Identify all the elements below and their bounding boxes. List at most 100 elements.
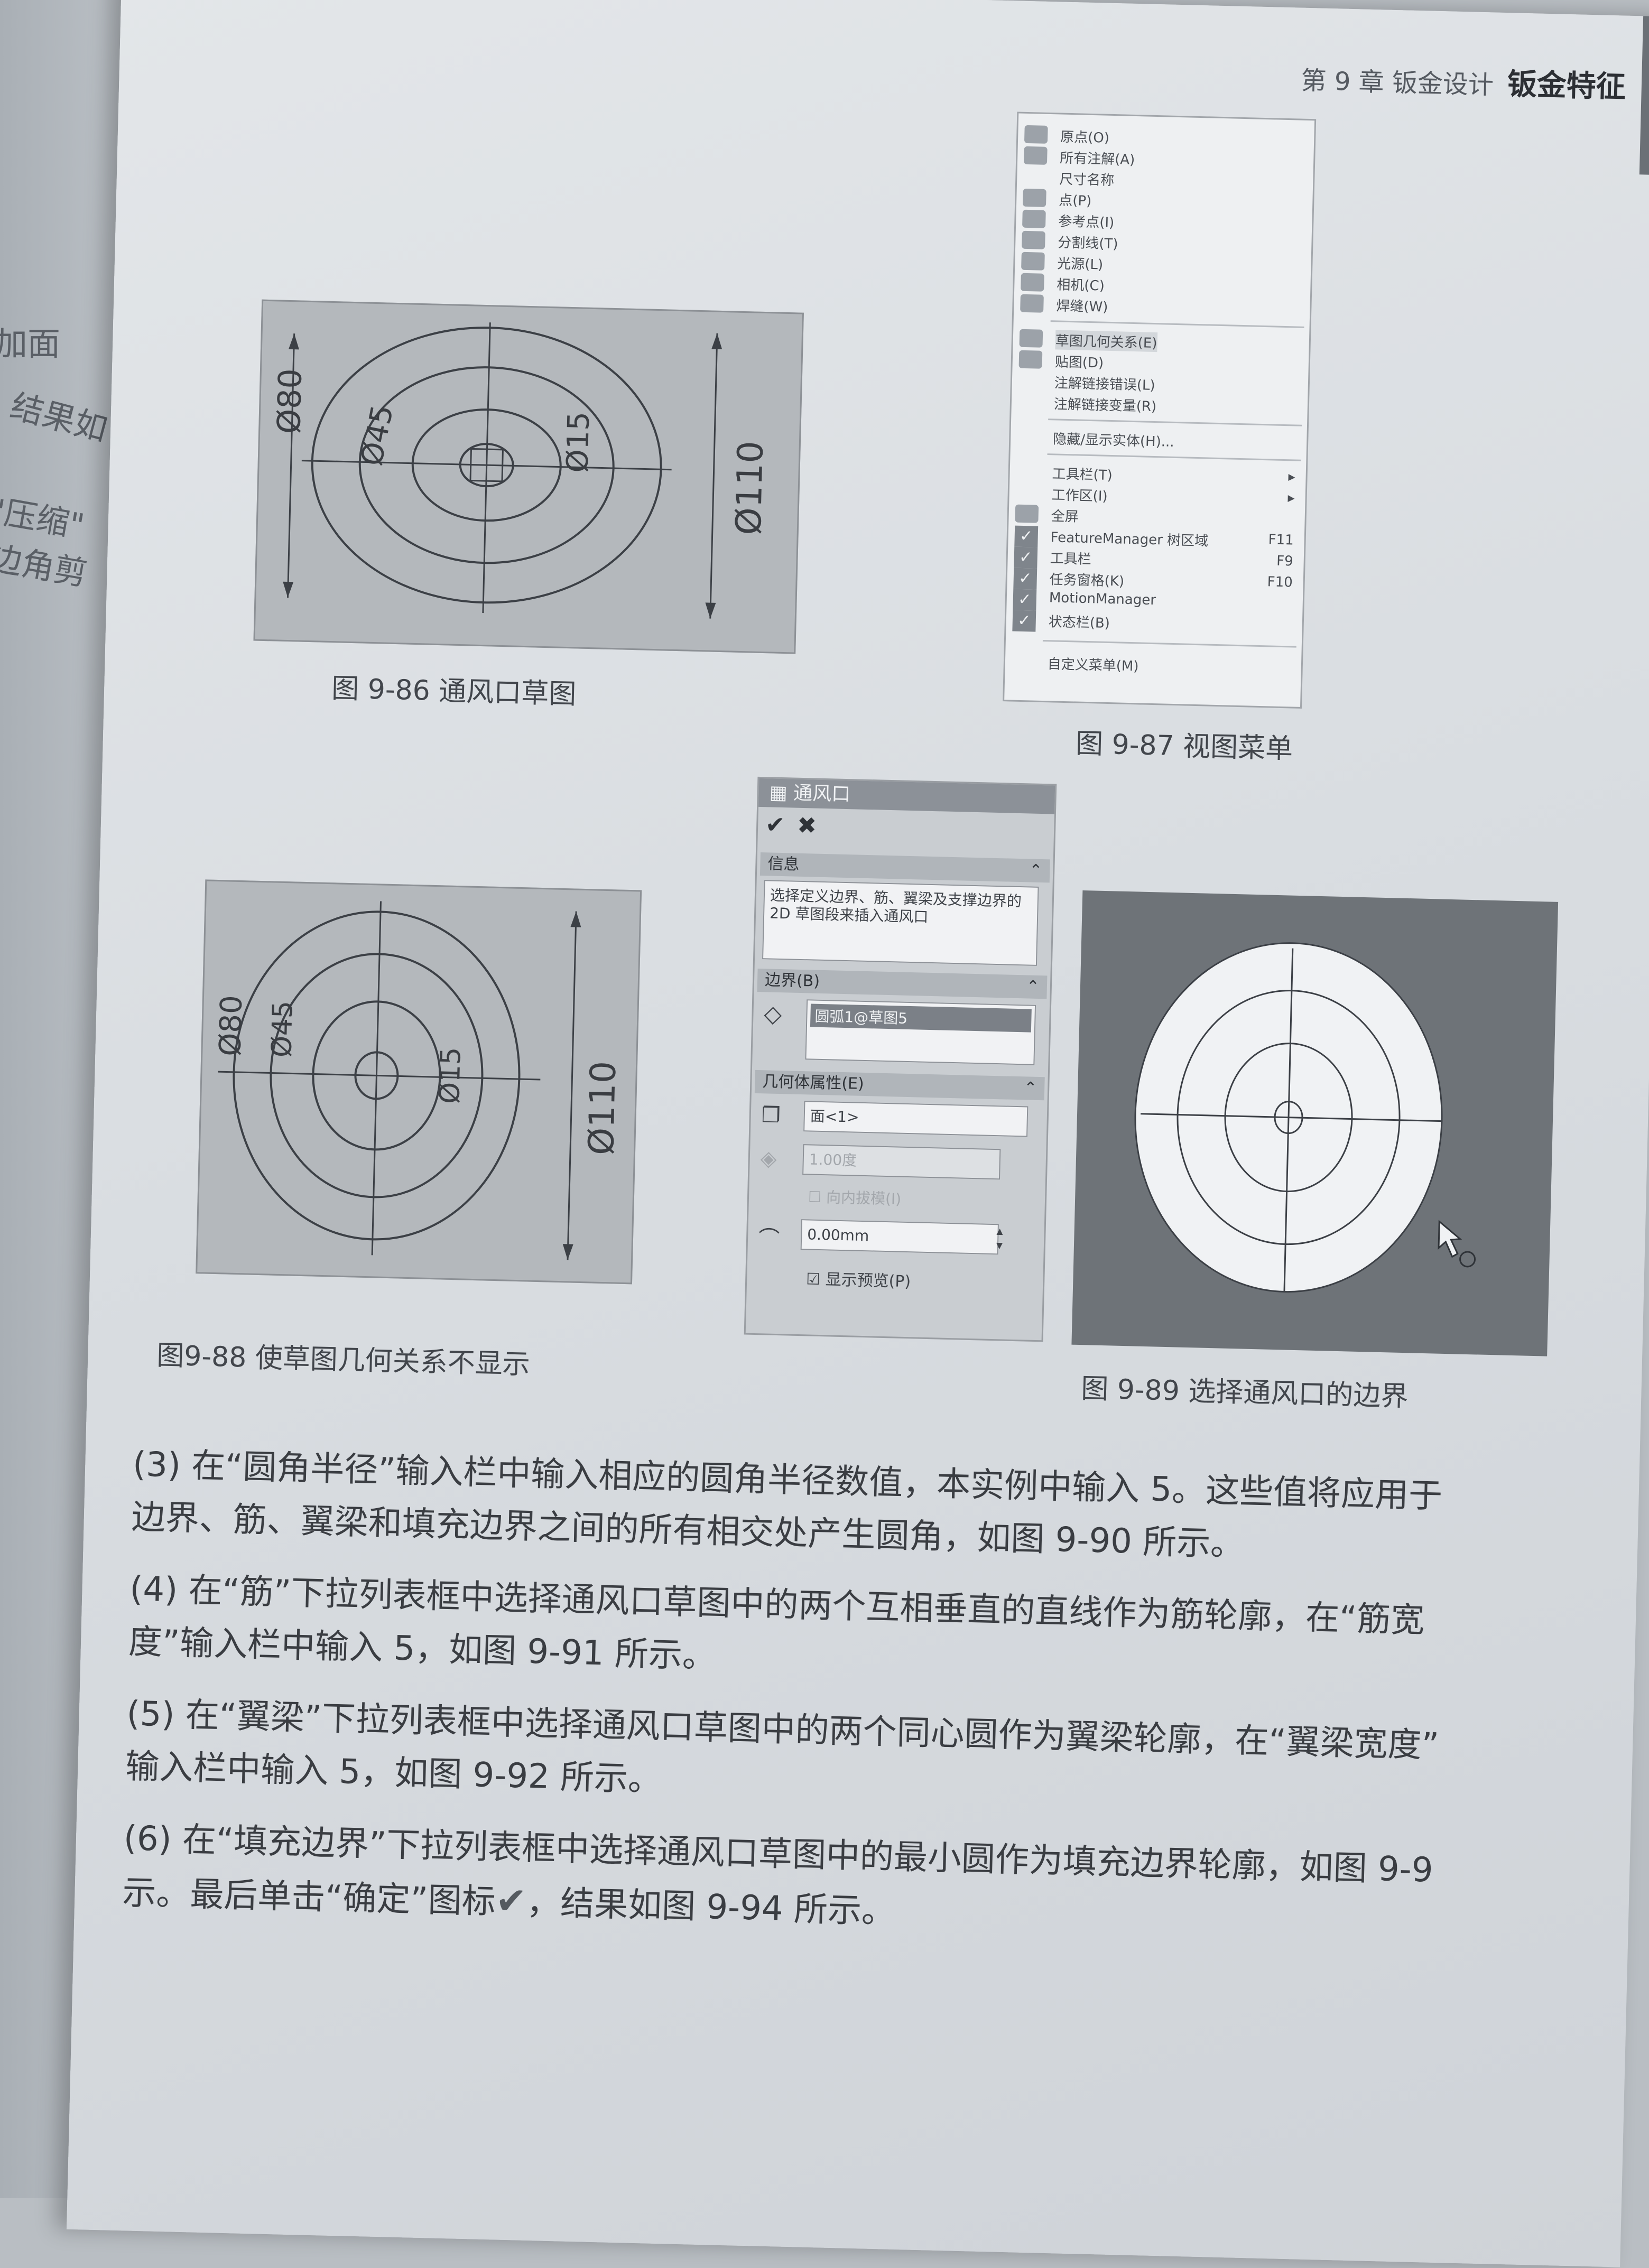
menu-separator	[1048, 419, 1302, 426]
shortcut-label: F10	[1267, 574, 1293, 591]
dimension-d80: Ø80	[213, 994, 249, 1057]
menu-item[interactable]: 贴图(D)	[1054, 351, 1104, 371]
menu-item[interactable]: 相机(C)	[1057, 274, 1105, 294]
menu-item[interactable]: 所有注解(A)	[1060, 147, 1135, 168]
menu-item[interactable]: 状态栏(B)	[1048, 611, 1110, 632]
menu-item[interactable]: 原点(O)	[1060, 126, 1110, 146]
decal-icon	[1018, 350, 1043, 369]
menu-separator	[1042, 639, 1296, 648]
caption-fig-9-88: 图9-88 使草图几何关系不显示	[156, 1340, 531, 1381]
reference-point-icon	[1022, 209, 1046, 228]
section-title: 钣金特征	[1507, 67, 1626, 105]
dimension-d80: Ø80	[271, 368, 310, 434]
menu-item[interactable]: MotionManager	[1049, 590, 1156, 608]
light-icon	[1021, 252, 1045, 271]
info-message: 选择定义边界、筋、翼梁及支撑边界的 2D 草图段来插入通风口	[762, 880, 1039, 966]
menu-item[interactable]: 光源(L)	[1057, 253, 1104, 273]
menu-item[interactable]: 参考点(I)	[1058, 210, 1115, 231]
dimension-d110: Ø110	[580, 1061, 624, 1156]
submenu-arrow-icon: ▸	[1288, 469, 1296, 485]
ok-check-icon[interactable]: ✔	[765, 811, 785, 839]
vent-icon: ▦	[769, 782, 794, 804]
menu-item[interactable]: 自定义菜单(M)	[1047, 653, 1139, 675]
face-icon: ❐	[761, 1103, 781, 1128]
fillet-radius-field[interactable]: 0.00mm	[800, 1219, 999, 1255]
vent-property-manager: ▦ 通风口 ✔ ✖ 信息 ⌃ 选择定义边界、筋、翼梁及支撑边界的 2D 草图段来…	[744, 776, 1057, 1342]
menu-item[interactable]: 点(P)	[1059, 189, 1092, 210]
annotation-icon	[1023, 146, 1048, 165]
weld-icon	[1020, 294, 1044, 313]
collapse-icon[interactable]: ⌃	[1026, 975, 1040, 999]
split-line-icon	[1022, 230, 1045, 249]
menu-separator	[1047, 453, 1301, 461]
vent-sketch-drawing	[283, 322, 722, 619]
boundary-heading: 边界(B)	[764, 971, 820, 991]
show-preview-checkbox[interactable]: ☑ 显示预览(P)	[806, 1266, 911, 1291]
vent-sketch-drawing-no-relations	[218, 901, 581, 1260]
dimension-d15: Ø15	[434, 1047, 467, 1104]
menu-item[interactable]: 注解链接变量(R)	[1053, 393, 1156, 415]
dimension-d110: Ø110	[728, 440, 771, 536]
draft-angle-field[interactable]: 1.00度	[802, 1144, 1001, 1180]
book-page: 第 9 章 钣金设计 钣金特征 Ø80 Ø45 Ø15 Ø110 图 9-86 通…	[66, 0, 1649, 2267]
paragraph-step-6-text: 示。最后单击“确定”图标	[122, 1873, 496, 1922]
geometry-heading: 几何体属性(E)	[762, 1072, 865, 1093]
menu-item[interactable]: 全屏	[1051, 505, 1079, 525]
menu-item[interactable]: 焊缝(W)	[1056, 295, 1108, 315]
check-icon: ✓	[1013, 568, 1037, 590]
check-icon: ✓	[1013, 589, 1037, 611]
menu-separator	[1050, 320, 1304, 328]
vent-panel-title: ▦ 通风口	[758, 778, 1055, 814]
caption-fig-9-89: 图 9-89 选择通风口的边界	[1080, 1373, 1409, 1413]
left-page-text: 结果如	[6, 386, 112, 449]
boundary-selection-icon: ◇	[763, 1000, 782, 1028]
vent-panel-title-text: 通风口	[793, 782, 851, 806]
face-selection-field[interactable]: 面<1>	[803, 1101, 1029, 1137]
draft-inward-label: 向内拔模(I)	[826, 1188, 902, 1208]
caption-fig-9-86: 图 9-86 通风口草图	[331, 673, 577, 711]
menu-item-sketch-relations[interactable]: 草图几何关系(E)	[1055, 330, 1157, 352]
menu-item[interactable]: 分割线(T)	[1058, 231, 1118, 253]
shortcut-label: F11	[1268, 532, 1294, 549]
check-icon: ✓	[1012, 610, 1036, 632]
menu-item[interactable]: 注解链接错误(L)	[1054, 372, 1155, 394]
running-header: 第 9 章 钣金设计 钣金特征	[1301, 55, 1626, 106]
left-page-text: 加面	[0, 324, 61, 363]
show-preview-label: 显示预览(P)	[825, 1270, 911, 1291]
confirm-check-icon: ✔	[495, 1879, 527, 1923]
chapter-label: 第 9 章 钣金设计	[1300, 66, 1494, 100]
fullscreen-icon	[1015, 504, 1039, 523]
geometry-group-header[interactable]: 几何体属性(E) ⌃	[754, 1070, 1045, 1101]
collapse-icon[interactable]: ⌃	[1029, 859, 1043, 882]
dimension-d45: Ø45	[266, 1000, 299, 1058]
paragraph-step-6-end: ，结果如图 9-94 所示。	[526, 1883, 896, 1931]
menu-item[interactable]: 工具栏(T)	[1052, 463, 1113, 484]
menu-item[interactable]: 工具栏	[1050, 547, 1091, 568]
dimension-d15: Ø15	[560, 411, 597, 473]
boundary-selection-list[interactable]: 圆弧1@草图5	[805, 999, 1036, 1065]
menu-item[interactable]: 工作区(I)	[1051, 484, 1108, 505]
sketch-relations-icon	[1019, 329, 1043, 348]
vent-preview-drawing	[1134, 942, 1476, 1293]
menu-item[interactable]: FeatureManager 树区域	[1050, 526, 1208, 550]
draft-angle-icon: ◈	[760, 1146, 777, 1171]
menu-item[interactable]: 隐藏/显示实体(H)...	[1053, 428, 1174, 451]
body-text: (3) 在“圆角半径”输入栏中输入相应的圆角半径数值，本实例中输入 5。这些值将…	[122, 1438, 1649, 1957]
draft-inward-checkbox[interactable]: ☐ 向内拔模(I)	[808, 1185, 902, 1209]
spinner-icon[interactable]: ▴ ▾	[996, 1223, 1003, 1252]
figure-9-88-sketch: Ø80 Ø45 Ø15 Ø110	[196, 879, 642, 1285]
boundary-group-header[interactable]: 边界(B) ⌃	[757, 968, 1048, 999]
cancel-x-icon[interactable]: ✖	[797, 812, 817, 840]
info-heading: 信息	[767, 854, 800, 874]
shortcut-label: F9	[1276, 553, 1294, 570]
page-tab-marker	[1639, 16, 1649, 175]
view-menu: 原点(O) 所有注解(A) 尺寸名称 点(P) 参考点(I) 分割线(T) 光源…	[1003, 111, 1317, 709]
info-group-header[interactable]: 信息 ⌃	[759, 852, 1050, 883]
collapse-icon[interactable]: ⌃	[1024, 1076, 1037, 1100]
check-icon: ✓	[1014, 525, 1039, 547]
menu-item[interactable]: 任务窗格(K)	[1049, 569, 1124, 590]
menu-item[interactable]: 尺寸名称	[1059, 168, 1115, 189]
submenu-arrow-icon: ▸	[1287, 490, 1295, 506]
boundary-list-item[interactable]: 圆弧1@草图5	[810, 1003, 1032, 1033]
check-icon: ✓	[1014, 546, 1038, 569]
